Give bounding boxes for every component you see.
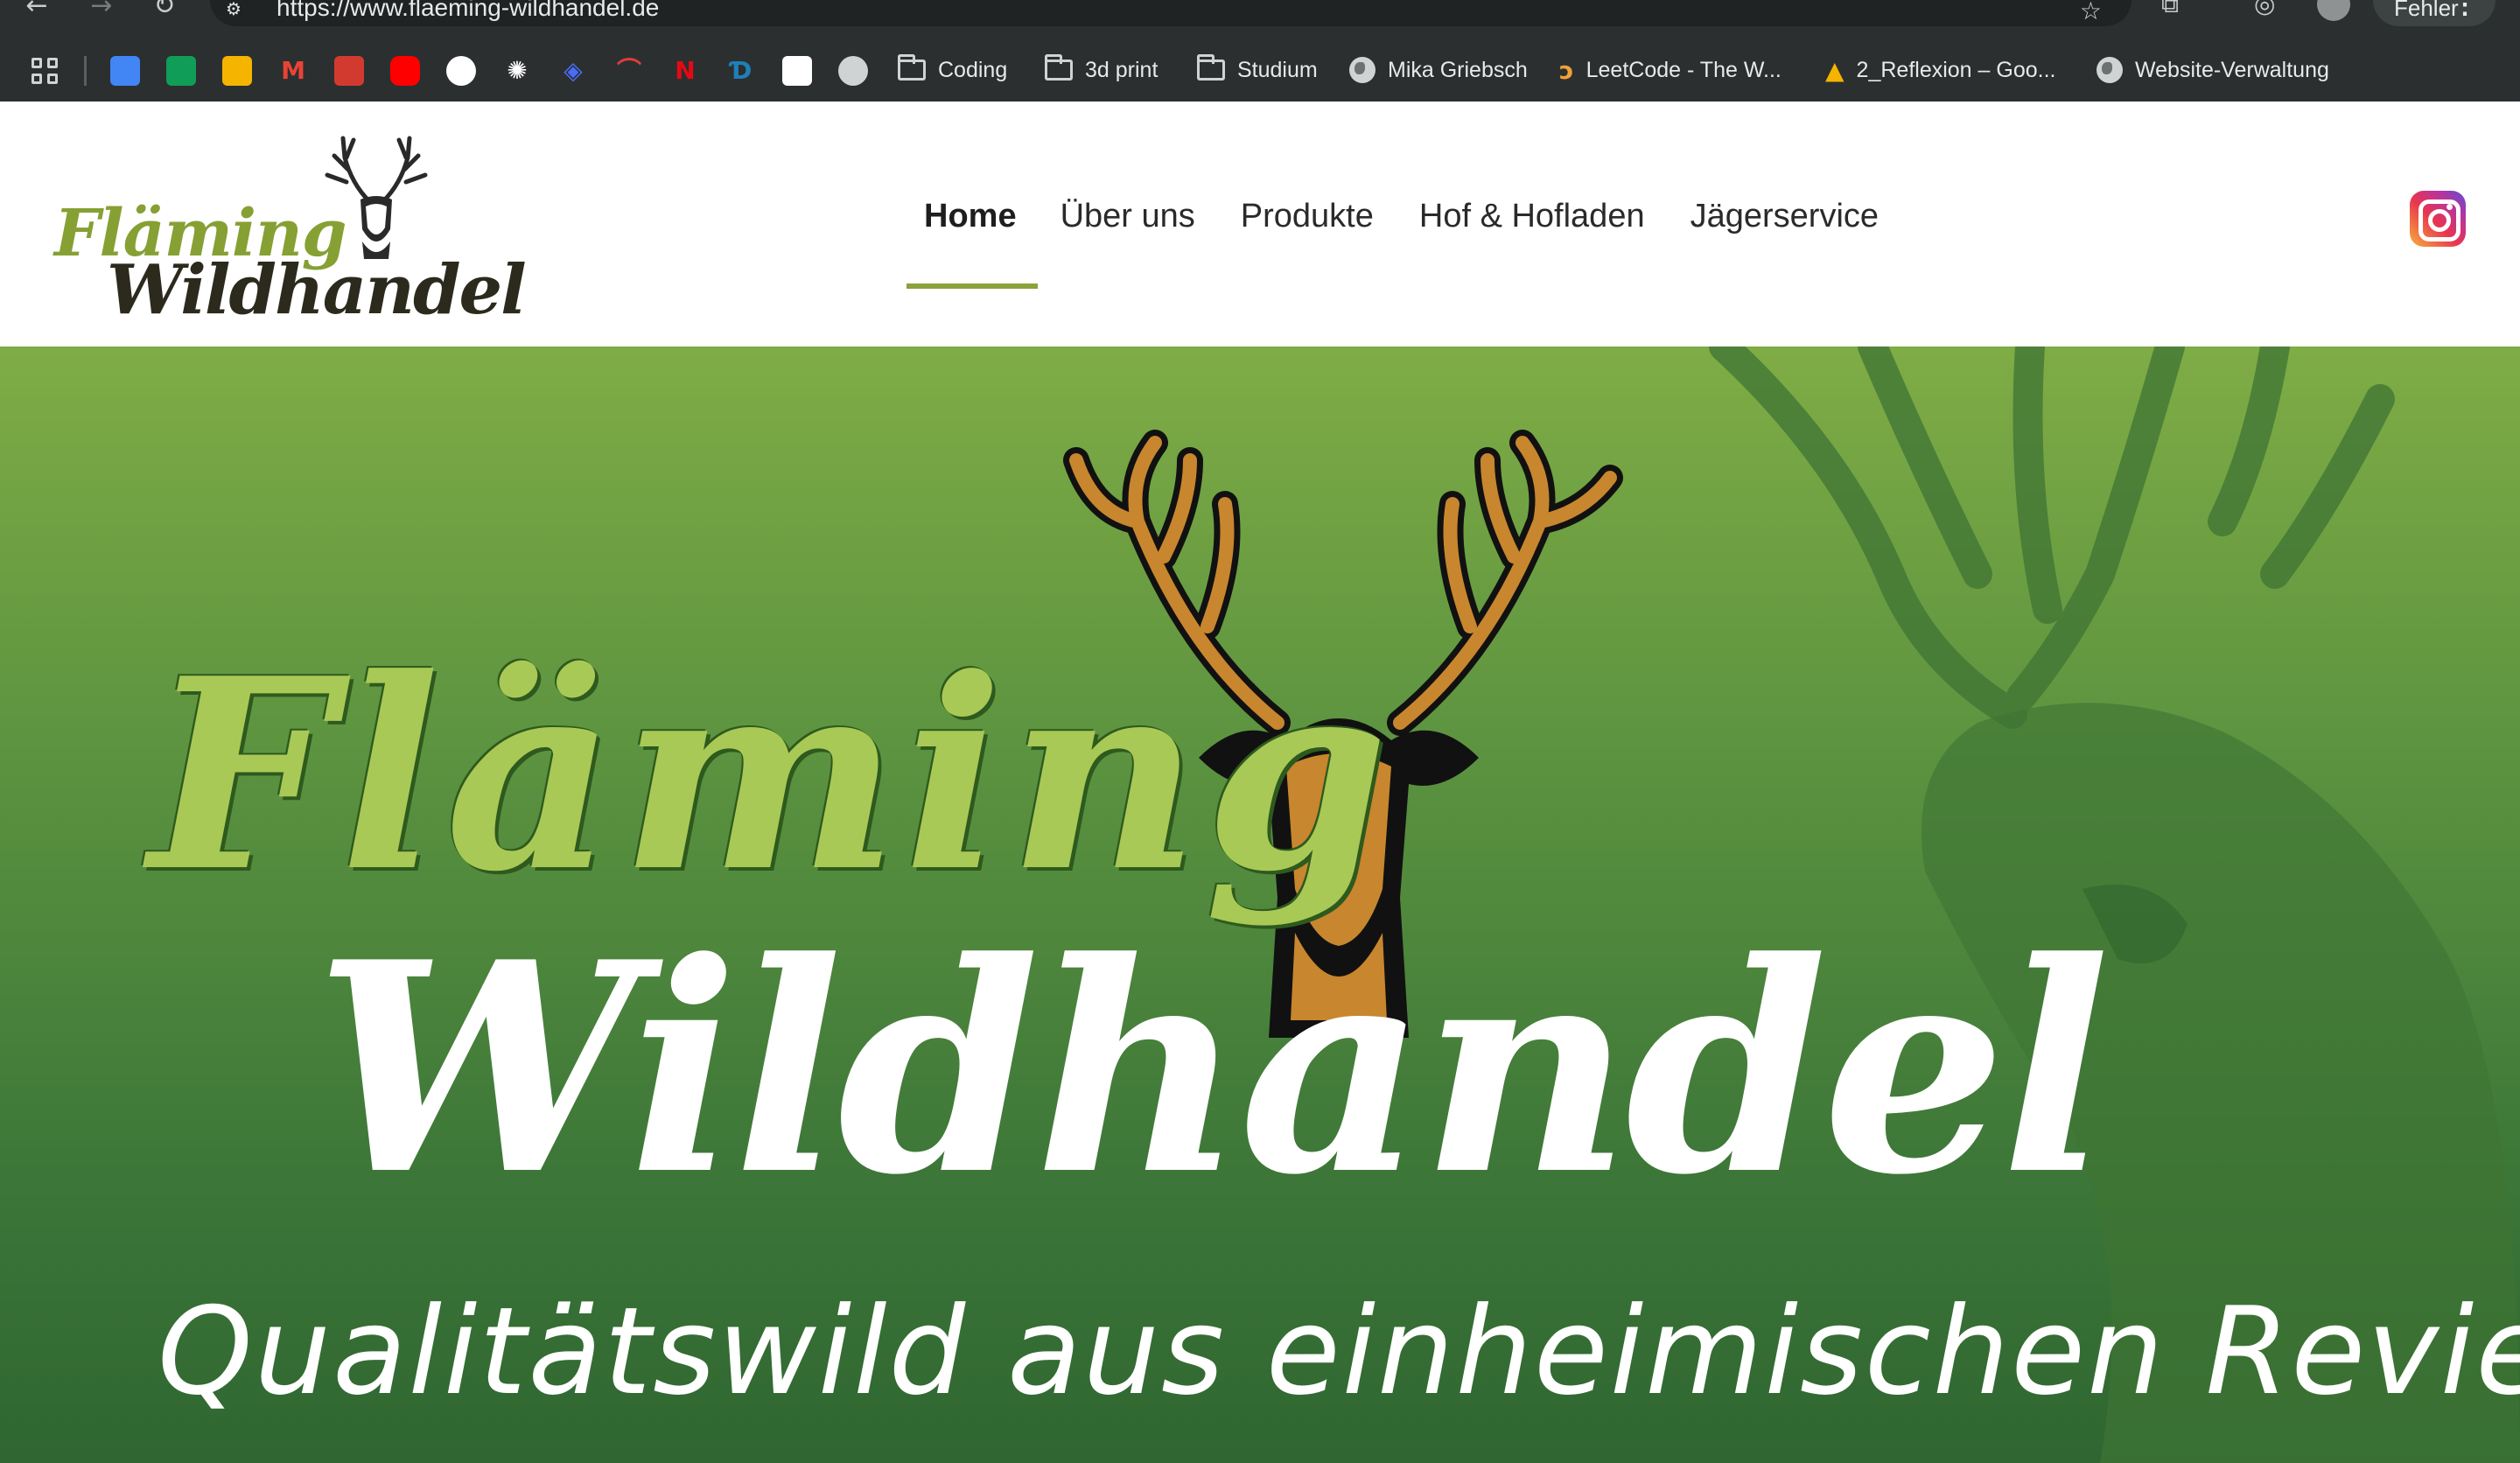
bookmark-folder-studium[interactable]: Studium xyxy=(1197,52,1318,88)
gmail-icon[interactable]: M xyxy=(278,56,308,86)
reload-icon[interactable]: ↻ xyxy=(147,0,182,28)
bookmark-label: 3d print xyxy=(1085,57,1158,82)
google-drive-icon: ▲ xyxy=(1825,55,1844,85)
menu-icon[interactable]: ⋮ xyxy=(2452,0,2478,20)
folder-icon xyxy=(1045,54,1073,80)
forward-icon[interactable]: → xyxy=(84,0,119,28)
blue-app-icon[interactable]: Ɗ xyxy=(726,56,756,86)
hero-title-script: Fläming xyxy=(149,620,1394,929)
nav-jaegerservice[interactable]: Jägerservice xyxy=(1668,102,1901,346)
globe-icon xyxy=(1349,57,1376,83)
profile-avatar[interactable] xyxy=(2317,0,2350,21)
circle-app-icon[interactable] xyxy=(838,56,868,86)
github-icon[interactable] xyxy=(446,56,476,86)
bookmark-folder-coding[interactable]: Coding xyxy=(898,52,1007,88)
extensions-icon[interactable]: ⧉ xyxy=(2161,0,2179,19)
nav-home[interactable]: Home xyxy=(906,102,1038,346)
bookmark-folder-3d-print[interactable]: 3d print xyxy=(1045,52,1158,88)
bookmark-label: Website-Verwaltung xyxy=(2135,57,2329,82)
back-icon[interactable]: ← xyxy=(19,0,54,28)
hero-banner: Fläming Wildhandel Qualitätswild aus ein… xyxy=(0,346,2520,1463)
profile-error-chip[interactable]: Fehler ⋮ xyxy=(2373,0,2496,26)
folder-icon xyxy=(898,54,926,80)
hero-tagline: Qualitätswild aus einheimischen Revieren xyxy=(158,1281,2520,1422)
main-navigation: Home Über uns Produkte Hof & Hofladen Jä… xyxy=(906,102,1901,346)
deepl-icon[interactable]: ◈ xyxy=(558,56,588,86)
address-bar[interactable]: ⚙ https://www.flaeming-wildhandel.de ☆ xyxy=(210,0,2132,26)
bookmark-label: LeetCode - The W... xyxy=(1586,57,1782,82)
google-docs-icon[interactable] xyxy=(110,56,140,86)
bookmark-label: Coding xyxy=(938,57,1008,82)
nav-hof-hofladen[interactable]: Hof & Hofladen xyxy=(1396,102,1668,346)
logo-word-text: Wildhandel xyxy=(107,250,527,330)
youtube-icon[interactable] xyxy=(390,56,420,86)
site-header: Fläming Wildhandel Home Über uns Produkt… xyxy=(0,102,2520,346)
browser-toolbar: ← → ↻ ⚙ https://www.flaeming-wildhandel.… xyxy=(0,0,2520,33)
bookmark-label: Mika Griebsch xyxy=(1388,57,1528,82)
bookmark-star-icon[interactable]: ☆ xyxy=(2080,0,2102,25)
apps-grid-icon[interactable] xyxy=(32,58,60,86)
bookmarks-separator xyxy=(84,56,87,86)
leetcode-icon: ↄ xyxy=(1559,55,1574,85)
site-logo[interactable]: Fläming Wildhandel xyxy=(54,131,527,330)
google-sheets-icon[interactable] xyxy=(166,56,196,86)
url-text[interactable]: https://www.flaeming-wildhandel.de xyxy=(276,0,659,21)
bookmark-website-verwaltung[interactable]: Website-Verwaltung xyxy=(2096,52,2329,88)
active-nav-indicator xyxy=(906,284,1038,289)
folder-icon xyxy=(1197,54,1225,80)
bookmark-mika-griebsch[interactable]: Mika Griebsch xyxy=(1349,52,1528,88)
bookmark-label: Studium xyxy=(1237,57,1318,82)
nav-ueber-uns[interactable]: Über uns xyxy=(1038,102,1218,346)
bookmark-label: 2_Reflexion – Goo... xyxy=(1856,57,2056,82)
hero-title-word: Wildhandel xyxy=(315,899,2110,1238)
nav-produkte[interactable]: Produkte xyxy=(1218,102,1396,346)
globe-icon xyxy=(2096,57,2123,83)
browser-chrome: ← → ↻ ⚙ https://www.flaeming-wildhandel.… xyxy=(0,0,2520,102)
netflix-icon[interactable]: N xyxy=(670,56,700,86)
bookmark-leetcode[interactable]: ↄ LeetCode - The W... xyxy=(1559,52,1782,88)
google-slides-icon[interactable] xyxy=(222,56,252,86)
instagram-icon[interactable] xyxy=(2410,191,2466,247)
nav-label: Produkte xyxy=(1240,198,1374,234)
nav-label: Hof & Hofladen xyxy=(1418,198,1645,234)
amazon-icon[interactable] xyxy=(782,56,812,86)
nav-label: Home xyxy=(924,198,1017,234)
error-label: Fehler xyxy=(2394,0,2459,21)
nav-label: Über uns xyxy=(1060,198,1195,234)
bookmark-reflexion[interactable]: ▲ 2_Reflexion – Goo... xyxy=(1825,52,2055,88)
bookmarks-bar: M ✺ ◈ ⌒ N Ɗ Coding 3d print Studium Mika… xyxy=(0,47,2520,93)
site-settings-icon[interactable]: ⚙ xyxy=(226,0,252,19)
nav-label: Jägerservice xyxy=(1690,198,1880,234)
bibox-icon[interactable] xyxy=(334,56,364,86)
red-app-icon[interactable]: ⌒ xyxy=(614,56,644,86)
openai-icon[interactable]: ✺ xyxy=(502,56,532,86)
sync-icon[interactable]: ◎ xyxy=(2254,0,2275,18)
